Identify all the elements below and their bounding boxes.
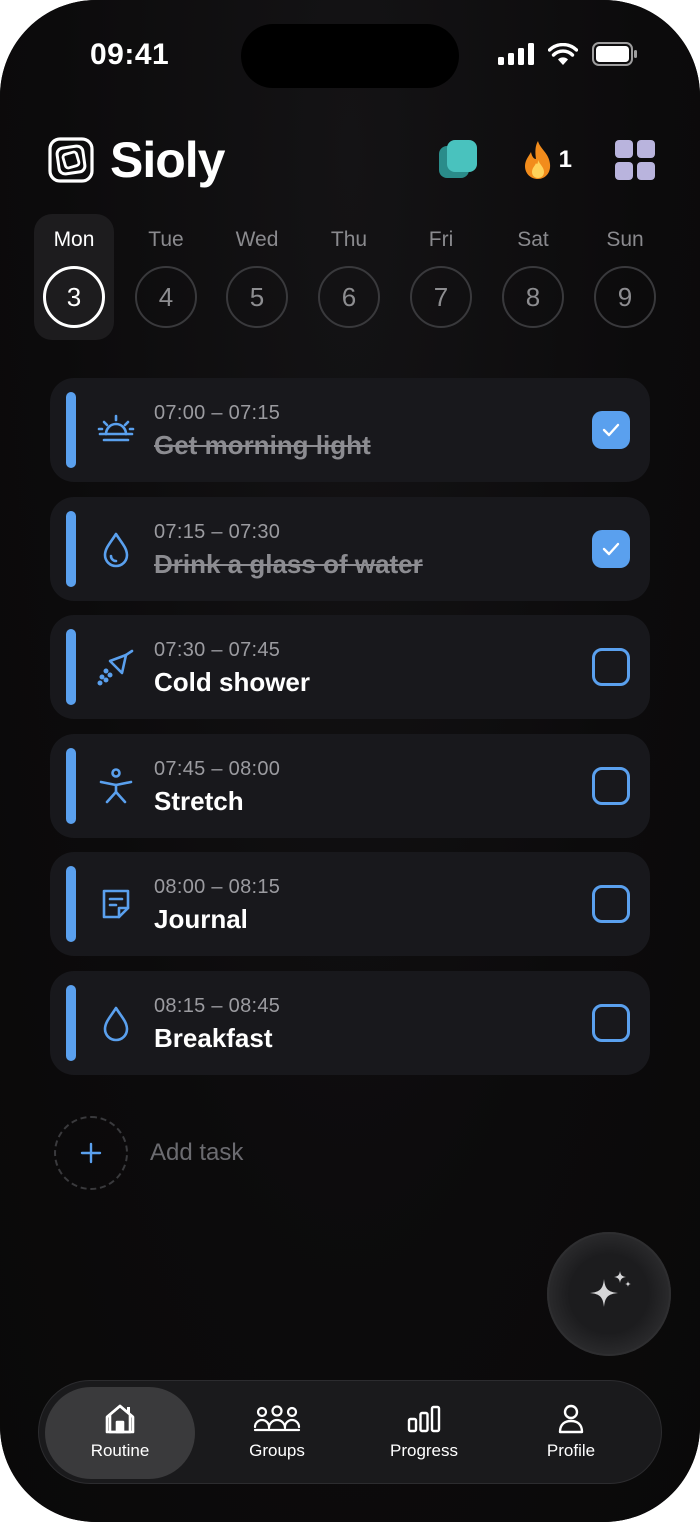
task-title: Cold shower bbox=[154, 667, 311, 698]
task-checkbox[interactable] bbox=[592, 1003, 630, 1042]
groups-icon bbox=[253, 1405, 301, 1432]
day-mon[interactable]: Mon 3 bbox=[34, 214, 114, 340]
bar-chart-icon bbox=[407, 1405, 441, 1433]
task-card[interactable]: 07:15 – 07:30 Drink a glass of water bbox=[50, 496, 650, 601]
status-icons bbox=[498, 42, 638, 66]
day-label: Fri bbox=[428, 228, 454, 251]
streak-counter[interactable]: 1 bbox=[521, 140, 572, 180]
stack-icon[interactable] bbox=[437, 138, 481, 182]
wifi-icon bbox=[548, 43, 578, 65]
logo-icon bbox=[48, 137, 94, 183]
task-card[interactable]: 08:00 – 08:15 Journal bbox=[50, 852, 650, 957]
task-card[interactable]: 07:00 – 07:15 Get morning light bbox=[50, 378, 650, 482]
task-time: 07:30 – 07:45 bbox=[154, 639, 281, 662]
day-number: 3 bbox=[43, 266, 105, 328]
bottom-navigation: Routine Groups Progress Profile bbox=[38, 1380, 662, 1484]
nav-label: Routine bbox=[90, 1441, 150, 1460]
day-sat[interactable]: Sat 8 bbox=[493, 214, 573, 340]
add-task-button[interactable]: Add task bbox=[54, 1116, 243, 1190]
nav-label: Profile bbox=[546, 1441, 596, 1460]
task-card[interactable]: 08:15 – 08:45 Breakfast bbox=[50, 970, 650, 1075]
day-label: Thu bbox=[330, 228, 368, 251]
task-title: Journal bbox=[154, 904, 248, 935]
day-number: 4 bbox=[135, 266, 197, 328]
task-list: 07:00 – 07:15 Get morning light 07:15 – … bbox=[50, 378, 650, 1090]
water-drop-icon bbox=[103, 1006, 129, 1042]
battery-icon bbox=[592, 42, 637, 66]
task-checkbox[interactable] bbox=[592, 648, 630, 687]
task-time: 07:45 – 08:00 bbox=[154, 757, 281, 780]
nav-routine[interactable]: Routine bbox=[45, 1387, 195, 1479]
day-label: Wed bbox=[235, 228, 279, 251]
nav-groups[interactable]: Groups bbox=[202, 1387, 352, 1479]
note-icon bbox=[102, 890, 130, 919]
day-label: Sat bbox=[517, 228, 549, 251]
grid-menu-icon[interactable] bbox=[614, 139, 656, 181]
task-color-bar bbox=[66, 866, 76, 943]
add-task-circle bbox=[54, 1116, 128, 1190]
week-selector: Mon 3 Tue 4 Wed 5 Thu 6 Fri 7 Sat 8 Sun … bbox=[34, 214, 666, 340]
day-thu[interactable]: Thu 6 bbox=[309, 214, 389, 340]
header-actions: 1 bbox=[437, 138, 656, 182]
task-checkbox[interactable] bbox=[592, 529, 630, 568]
shower-icon bbox=[97, 649, 134, 686]
add-task-label: Add task bbox=[150, 1139, 244, 1166]
app-title: Sioly bbox=[110, 132, 225, 188]
task-title: Breakfast bbox=[154, 1022, 273, 1053]
plus-icon bbox=[80, 1142, 102, 1164]
dynamic-island bbox=[241, 24, 459, 88]
task-color-bar bbox=[66, 629, 76, 706]
task-checkbox[interactable] bbox=[592, 766, 630, 805]
app-screen: 09:41 Sioly 1 Mon 3 Tue 4 Wed 5 Thu 6 Fr… bbox=[0, 0, 700, 1522]
task-time: 07:15 – 07:30 bbox=[154, 520, 281, 543]
task-card[interactable]: 07:45 – 08:00 Stretch bbox=[50, 733, 650, 838]
nav-progress[interactable]: Progress bbox=[349, 1387, 499, 1479]
task-color-bar bbox=[66, 510, 76, 587]
nav-profile[interactable]: Profile bbox=[496, 1387, 646, 1479]
day-number: 7 bbox=[410, 266, 472, 328]
day-number: 8 bbox=[502, 266, 564, 328]
nav-label: Groups bbox=[249, 1441, 305, 1460]
day-label: Tue bbox=[148, 228, 184, 251]
nav-label: Progress bbox=[389, 1441, 459, 1460]
day-tue[interactable]: Tue 4 bbox=[126, 214, 206, 340]
task-time: 07:00 – 07:15 bbox=[154, 402, 281, 424]
sunrise-icon bbox=[97, 414, 135, 442]
stretch-icon bbox=[99, 767, 133, 804]
water-drop-icon bbox=[103, 532, 129, 567]
status-time: 09:41 bbox=[90, 38, 170, 71]
task-time: 08:15 – 08:45 bbox=[154, 994, 281, 1017]
task-title: Drink a glass of water bbox=[154, 548, 423, 579]
task-color-bar bbox=[66, 747, 76, 824]
task-color-bar bbox=[66, 984, 76, 1061]
streak-count: 1 bbox=[558, 146, 572, 173]
day-fri[interactable]: Fri 7 bbox=[401, 214, 481, 340]
day-label: Mon bbox=[53, 228, 95, 251]
task-color-bar bbox=[66, 392, 76, 468]
checkmark-icon bbox=[602, 423, 620, 437]
checkmark-icon bbox=[602, 542, 620, 555]
person-icon bbox=[558, 1404, 584, 1434]
fire-icon bbox=[524, 141, 550, 179]
task-title: Stretch bbox=[154, 785, 244, 816]
task-checkbox[interactable] bbox=[592, 885, 630, 924]
day-sun[interactable]: Sun 9 bbox=[585, 214, 665, 340]
task-card[interactable]: 07:30 – 07:45 Cold shower bbox=[50, 615, 650, 720]
day-number: 5 bbox=[226, 266, 288, 328]
task-checkbox[interactable] bbox=[592, 411, 630, 449]
cellular-signal-icon bbox=[498, 43, 534, 65]
task-time: 08:00 – 08:15 bbox=[154, 876, 281, 899]
sparkle-icon bbox=[590, 1271, 631, 1307]
day-number: 6 bbox=[318, 266, 380, 328]
home-icon bbox=[105, 1404, 135, 1434]
day-wed[interactable]: Wed 5 bbox=[217, 214, 297, 340]
phone-frame: 09:41 Sioly 1 Mon 3 Tue 4 Wed 5 Thu 6 Fr… bbox=[0, 0, 700, 1522]
task-title: Get morning light bbox=[154, 430, 371, 460]
app-header: Sioly 1 bbox=[48, 130, 656, 190]
day-label: Sun bbox=[606, 228, 644, 251]
ai-assistant-button[interactable] bbox=[547, 1232, 671, 1356]
day-number: 9 bbox=[594, 266, 656, 328]
